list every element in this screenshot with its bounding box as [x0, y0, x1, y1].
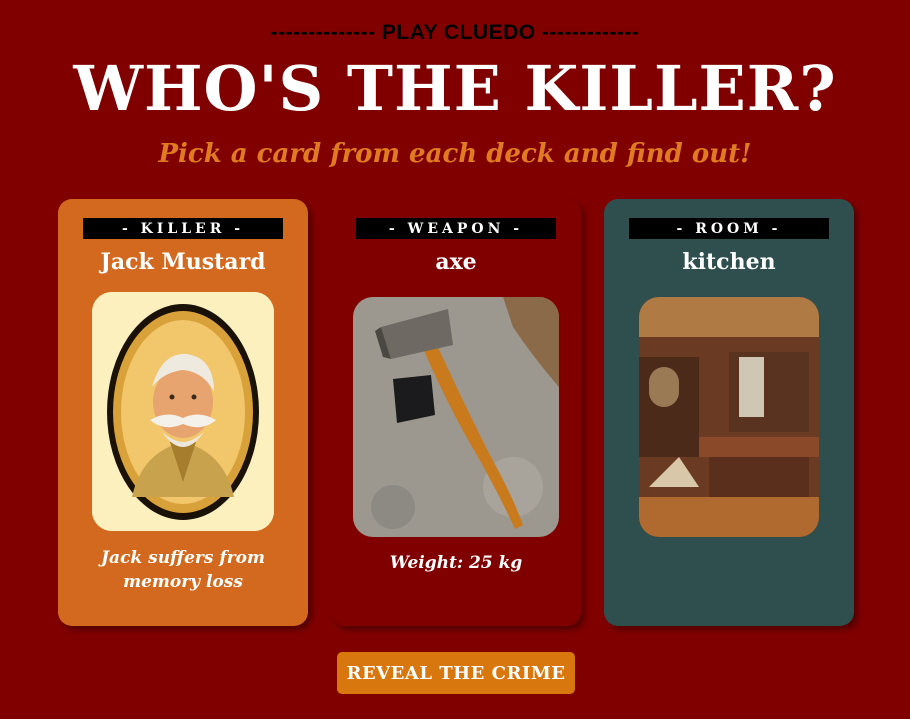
killer-portrait-image: [92, 292, 274, 531]
killer-card[interactable]: - KILLER - Jack Mustard Jack suffers fro…: [58, 199, 308, 626]
page-title: WHO'S THE KILLER?: [73, 52, 837, 125]
weapon-axe-image: [353, 297, 559, 537]
reveal-the-crime-button[interactable]: REVEAL THE CRIME: [337, 652, 575, 694]
card-label-weapon: - WEAPON -: [356, 218, 556, 239]
weapon-description: Weight: 25 kg: [389, 553, 523, 573]
page-subtitle: Pick a card from each deck and find out!: [158, 139, 752, 169]
weapon-card[interactable]: - WEAPON - axe Weight: 25 kg: [331, 199, 581, 626]
weapon-name: axe: [435, 249, 477, 275]
killer-name: Jack Mustard: [100, 249, 266, 275]
killer-description: Jack suffers from memory loss: [101, 548, 265, 592]
room-card[interactable]: - ROOM - kitchen: [604, 199, 854, 626]
tagline: -------------- PLAY CLUEDO -------------: [270, 21, 640, 44]
card-label-killer: - KILLER -: [83, 218, 283, 239]
card-label-room: - ROOM -: [629, 218, 829, 239]
room-kitchen-image: [639, 297, 819, 537]
room-name: kitchen: [682, 249, 776, 275]
